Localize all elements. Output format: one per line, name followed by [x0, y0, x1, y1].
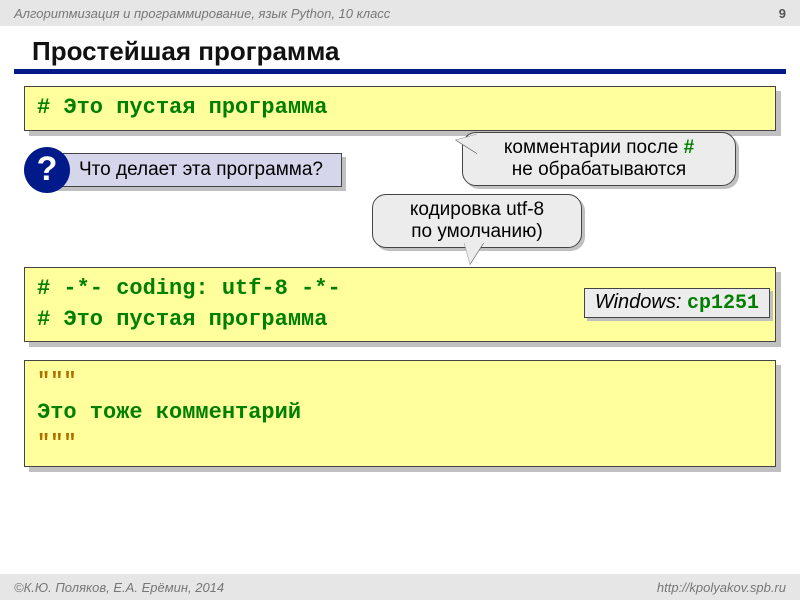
callout-tail	[456, 134, 478, 154]
footer-bar: ©К.Ю. Поляков, Е.А. Ерёмин, 2014 http://…	[0, 574, 800, 600]
question-badge: ?	[24, 147, 70, 193]
header-bar: Алгоритмизация и программирование, язык …	[0, 0, 800, 26]
callout-line: комментарии после #	[477, 137, 721, 159]
callout-comments-after-hash: комментарии после # не обрабатываются	[462, 132, 736, 186]
code-line: # Это пустая программа	[37, 93, 763, 124]
callout-utf8-default: кодировка utf-8 по умолчанию)	[372, 194, 582, 248]
hash-symbol: #	[684, 137, 695, 158]
callout-line: не обрабатываются	[477, 159, 721, 181]
code-line: """	[37, 367, 763, 398]
callout-text: комментарии после	[504, 137, 684, 158]
page-number: 9	[779, 6, 786, 21]
callout-tail	[464, 242, 484, 264]
windows-encoding-note: Windows: cp1251	[584, 288, 770, 318]
question-box: Что делает эта программа?	[52, 153, 342, 187]
code-line: """	[37, 429, 763, 460]
title-underline	[14, 69, 786, 74]
windows-label: Windows:	[595, 291, 687, 313]
footer-url: http://kpolyakov.spb.ru	[657, 580, 786, 595]
code-box-3: """ Это тоже комментарий """	[24, 360, 776, 466]
course-title: Алгоритмизация и программирование, язык …	[14, 6, 390, 21]
windows-encoding-value: cp1251	[687, 292, 759, 315]
content-area: # Это пустая программа ? Что делает эта …	[24, 86, 776, 467]
footer-copyright: ©К.Ю. Поляков, Е.А. Ерёмин, 2014	[14, 580, 224, 595]
code-line: Это тоже комментарий	[37, 398, 763, 429]
page-title: Простейшая программа	[32, 36, 800, 67]
callout-line: по умолчанию)	[387, 221, 567, 243]
code-box-1: # Это пустая программа	[24, 86, 776, 131]
callout-line: кодировка utf-8	[387, 199, 567, 221]
